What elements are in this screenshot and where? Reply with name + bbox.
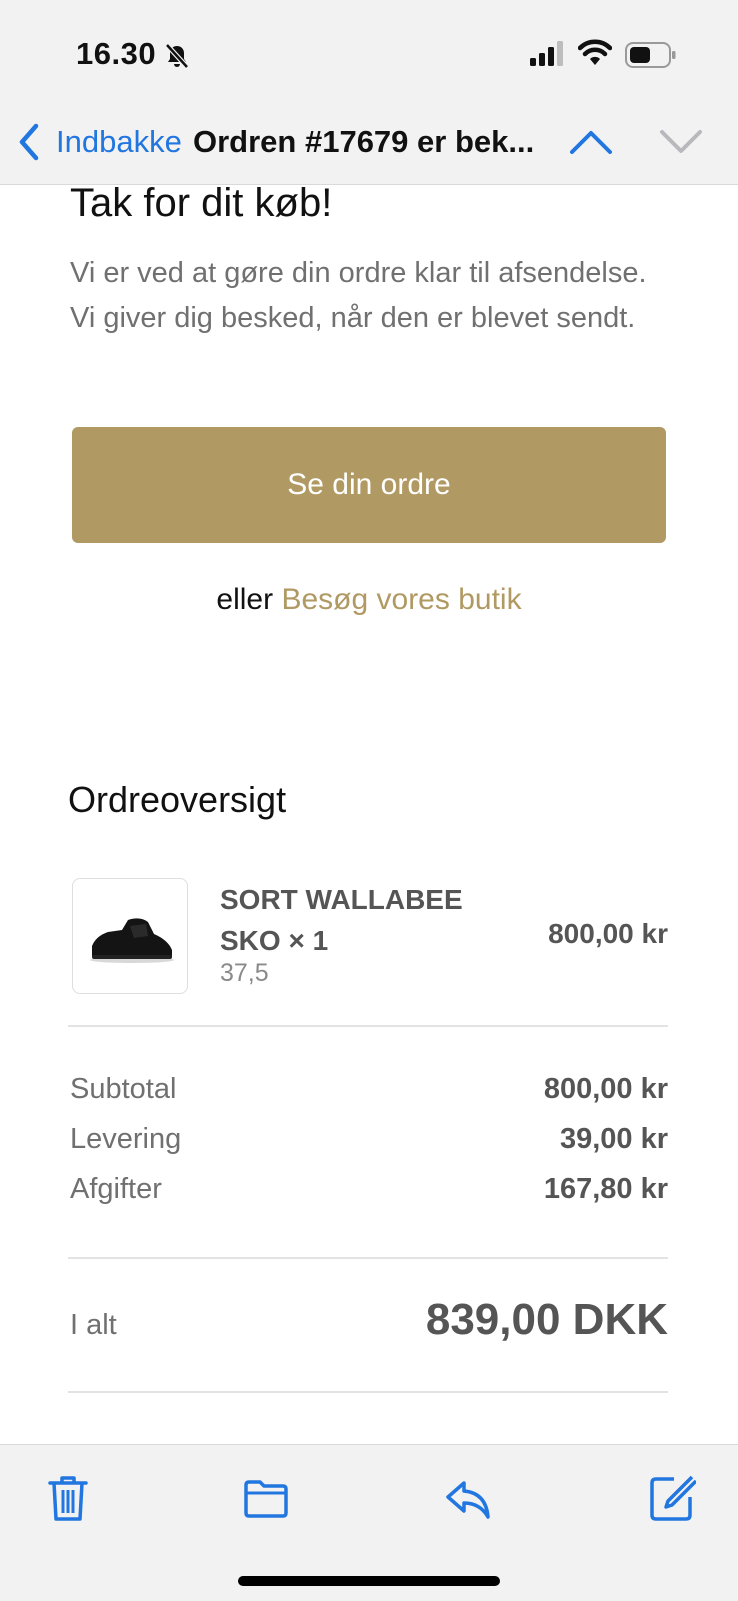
shoe-icon: [90, 918, 174, 963]
compose-icon[interactable]: [648, 1473, 696, 1523]
chevron-up-icon[interactable]: [568, 124, 614, 160]
store-link-line: eller Besøg vores butik: [0, 583, 738, 617]
top-bar: 16.30 Indbakke Ordren #17679 er bek...: [0, 0, 738, 185]
email-subject: Ordren #17679 er bek...: [193, 124, 535, 159]
cellular-signal-icon: [530, 41, 563, 66]
chevron-down-icon[interactable]: [658, 124, 704, 160]
order-summary-title: Ordreoversigt: [68, 779, 287, 820]
shipping-row: Levering 39,00 kr: [70, 1123, 668, 1156]
subtotal-row: Subtotal 800,00 kr: [70, 1073, 668, 1106]
email-message: Vi er ved at gøre din ordre klar til afs…: [70, 257, 647, 334]
status-time: 16.30: [76, 36, 157, 71]
divider: [68, 1025, 668, 1027]
tax-value: 167,80 kr: [543, 1173, 668, 1205]
product-price: 800,00 kr: [548, 918, 668, 949]
folder-icon[interactable]: [242, 1473, 290, 1523]
shipping-value: 39,00 kr: [559, 1123, 668, 1155]
battery-icon: [625, 42, 676, 68]
back-to-inbox-button[interactable]: Indbakke: [16, 122, 182, 162]
divider: [68, 1391, 668, 1393]
tax-label: Afgifter: [70, 1173, 162, 1205]
tax-row: Afgifter 167,80 kr: [70, 1173, 668, 1206]
or-text: eller: [216, 583, 274, 616]
subtotal-value: 800,00 kr: [543, 1073, 668, 1105]
view-order-button[interactable]: Se din ordre: [72, 427, 666, 543]
chevron-left-icon: [19, 123, 39, 161]
bell-slash-icon: [165, 43, 189, 69]
total-value: 839,00 DKK: [425, 1295, 668, 1344]
visit-store-link[interactable]: Besøg vores butik: [281, 583, 521, 616]
home-indicator[interactable]: [238, 1576, 500, 1586]
subtotal-label: Subtotal: [70, 1073, 177, 1105]
shipping-label: Levering: [70, 1123, 182, 1155]
total-row: I alt 839,00 DKK: [70, 1295, 668, 1345]
product-variant: 37,5: [220, 959, 269, 987]
total-label: I alt: [70, 1309, 117, 1341]
product-image: [72, 878, 188, 994]
wifi-icon: [578, 39, 612, 65]
trash-icon[interactable]: [44, 1473, 92, 1523]
product-name: SORT WALLABEE SKO × 1: [220, 884, 463, 956]
back-label: Indbakke: [56, 124, 182, 159]
email-heading: Tak for dit køb!: [70, 181, 333, 225]
divider: [68, 1257, 668, 1259]
reply-icon[interactable]: [444, 1473, 492, 1523]
